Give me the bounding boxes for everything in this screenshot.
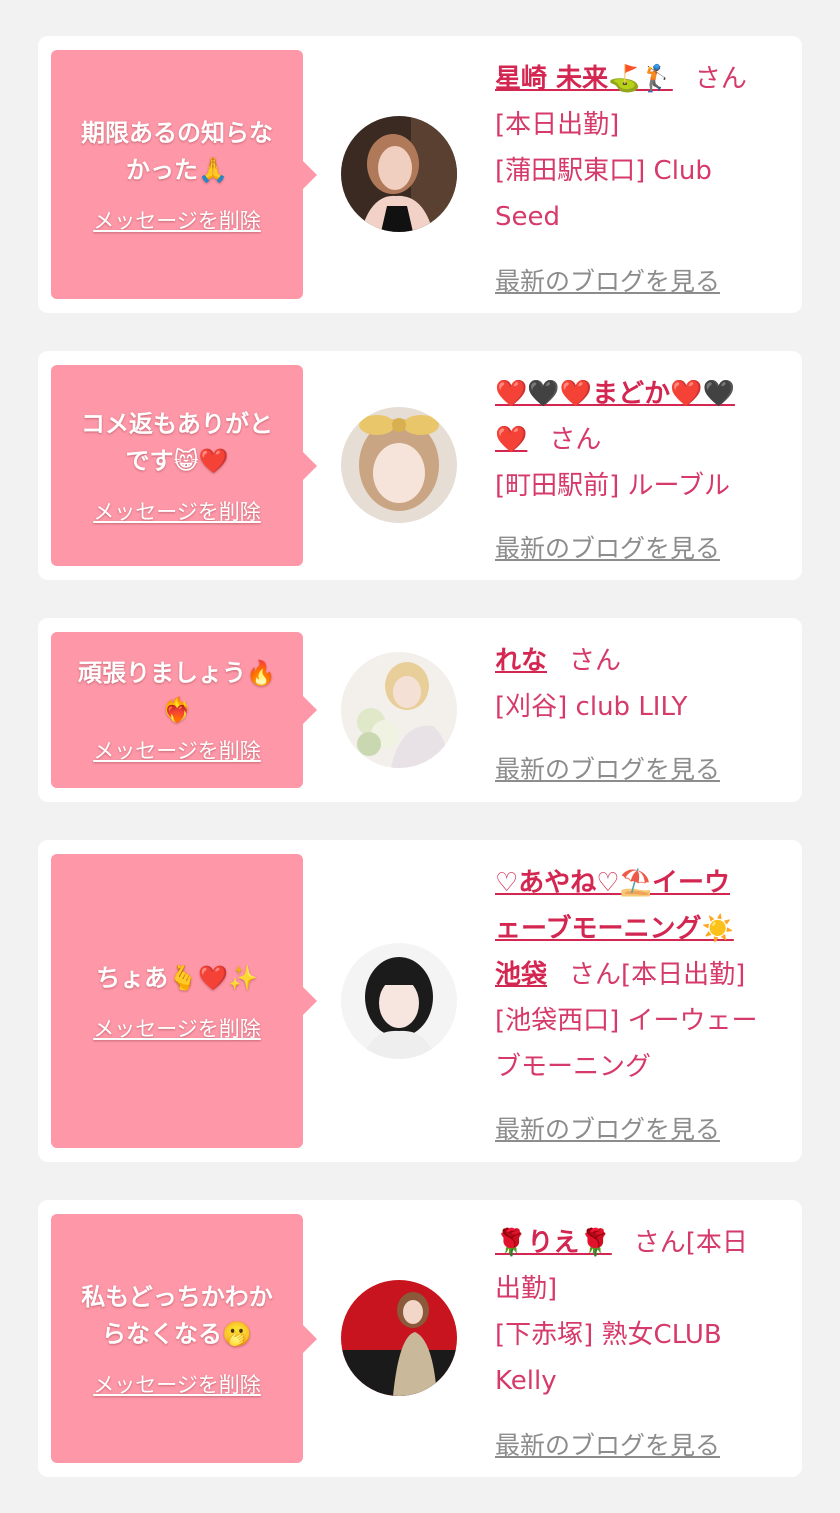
message-bubble: 私もどっちかわか らなくなる🫢 メッセージを削除 [51, 1214, 317, 1463]
avatar[interactable] [341, 943, 457, 1059]
message-text: 私もどっちかわか らなくなる🫢 [81, 1282, 273, 1348]
status-text: 出勤] [495, 1274, 558, 1304]
blog-link[interactable]: 最新のブログを見る [495, 1110, 720, 1146]
avatar[interactable] [341, 652, 457, 768]
user-name-link[interactable]: ❤️ [495, 425, 527, 455]
honorific: さん [694, 64, 747, 94]
message-card: 頑張りましょう🔥 ❤️‍🔥 メッセージを削除 れな さん [刈谷] club LI… [38, 618, 802, 802]
shop-text: ブモーニング [495, 1052, 652, 1082]
emoji: 🙏 [198, 155, 228, 184]
user-photo-icon [341, 116, 457, 232]
shop-text: [蒲田駅東口] Club [495, 156, 712, 186]
user-name-link[interactable]: ♡あやね♡⛱️イーウ [495, 860, 785, 906]
message-card: 私もどっちかわか らなくなる🫢 メッセージを削除 🌹りえ🌹 さん[本日 出勤] [… [38, 1200, 802, 1477]
message-card: ちょあ🫰❤️✨ メッセージを削除 ♡あやね♡⛱️イーウ ェーブモーニング☀️ 池… [38, 840, 802, 1162]
user-photo-icon [341, 1280, 457, 1396]
honorific: さん [633, 1228, 686, 1258]
honorific: さん [569, 960, 622, 990]
user-name-link[interactable]: 池袋 [495, 960, 547, 990]
user-info: ♡あやね♡⛱️イーウ ェーブモーニング☀️ 池袋 さん[本日出勤] [池袋西口] … [495, 860, 785, 1090]
user-photo-icon [341, 652, 457, 768]
message-bubble: ちょあ🫰❤️✨ メッセージを削除 [51, 854, 317, 1148]
emoji: 🫰❤️✨ [168, 963, 258, 992]
message-card: 期限あるの知らな かった🙏 メッセージを削除 星崎 未来⛳🏌 さん [本日出勤] … [38, 36, 802, 313]
message-text: コメ返もありがと です😸❤️ [81, 409, 273, 475]
shop-text: [刈谷] club LILY [495, 692, 688, 722]
shop-text: [下赤塚] 熟女CLUB [495, 1320, 722, 1350]
honorific: さん [549, 425, 602, 455]
user-info: れな さん [刈谷] club LILY [495, 638, 785, 730]
user-name-link[interactable]: 🌹りえ🌹 [495, 1228, 612, 1258]
blog-link[interactable]: 最新のブログを見る [495, 529, 720, 565]
delete-message-link[interactable]: メッセージを削除 [93, 1369, 261, 1399]
delete-message-link[interactable]: メッセージを削除 [93, 496, 261, 526]
blog-link[interactable]: 最新のブログを見る [495, 1426, 720, 1462]
avatar[interactable] [341, 116, 457, 232]
delete-message-link[interactable]: メッセージを削除 [93, 735, 261, 765]
shop-text: [町田駅前] ルーブル [495, 471, 730, 501]
message-card: コメ返もありがと です😸❤️ メッセージを削除 ❤️🖤❤️まどか❤️🖤 ❤️ さん… [38, 351, 802, 580]
message-bubble: コメ返もありがと です😸❤️ メッセージを削除 [51, 365, 317, 566]
emoji: 🫢 [222, 1319, 252, 1348]
message-list: 期限あるの知らな かった🙏 メッセージを削除 星崎 未来⛳🏌 さん [本日出勤] … [0, 0, 840, 1513]
shop-text: [池袋西口] イーウェー [495, 1006, 758, 1036]
emoji: ❤️‍🔥 [162, 696, 192, 724]
message-text: 頑張りましょう🔥 ❤️‍🔥 [78, 659, 276, 724]
user-info: 🌹りえ🌹 さん[本日 出勤] [下赤塚] 熟女CLUB Kelly [495, 1220, 785, 1404]
avatar[interactable] [341, 1280, 457, 1396]
delete-message-link[interactable]: メッセージを削除 [93, 205, 261, 235]
user-photo-icon [341, 407, 457, 523]
message-text: ちょあ🫰❤️✨ [96, 963, 258, 992]
avatar[interactable] [341, 407, 457, 523]
emoji: 😸❤️ [173, 446, 229, 475]
shop-text: Seed [495, 202, 560, 232]
status-text: [本日出勤] [495, 110, 620, 140]
message-bubble: 頑張りましょう🔥 ❤️‍🔥 メッセージを削除 [51, 632, 317, 788]
user-name-link[interactable]: ❤️🖤❤️まどか❤️🖤 [495, 371, 785, 417]
message-bubble: 期限あるの知らな かった🙏 メッセージを削除 [51, 50, 317, 299]
message-text: 期限あるの知らな かった🙏 [81, 118, 273, 184]
user-name-link[interactable]: ェーブモーニング☀️ [495, 906, 785, 952]
user-info: 星崎 未来⛳🏌 さん [本日出勤] [蒲田駅東口] Club Seed [495, 56, 785, 240]
status-text: [本日 [685, 1228, 748, 1258]
status-text: [本日出勤] [621, 960, 746, 990]
blog-link[interactable]: 最新のブログを見る [495, 262, 720, 298]
honorific: さん [569, 646, 622, 676]
user-name-link[interactable]: 星崎 未来⛳🏌 [495, 64, 673, 94]
shop-text: Kelly [495, 1366, 557, 1396]
user-photo-icon [341, 943, 457, 1059]
blog-link[interactable]: 最新のブログを見る [495, 750, 720, 786]
user-name-link[interactable]: れな [495, 646, 547, 676]
delete-message-link[interactable]: メッセージを削除 [93, 1013, 261, 1043]
user-info: ❤️🖤❤️まどか❤️🖤 ❤️ さん [町田駅前] ルーブル [495, 371, 785, 509]
